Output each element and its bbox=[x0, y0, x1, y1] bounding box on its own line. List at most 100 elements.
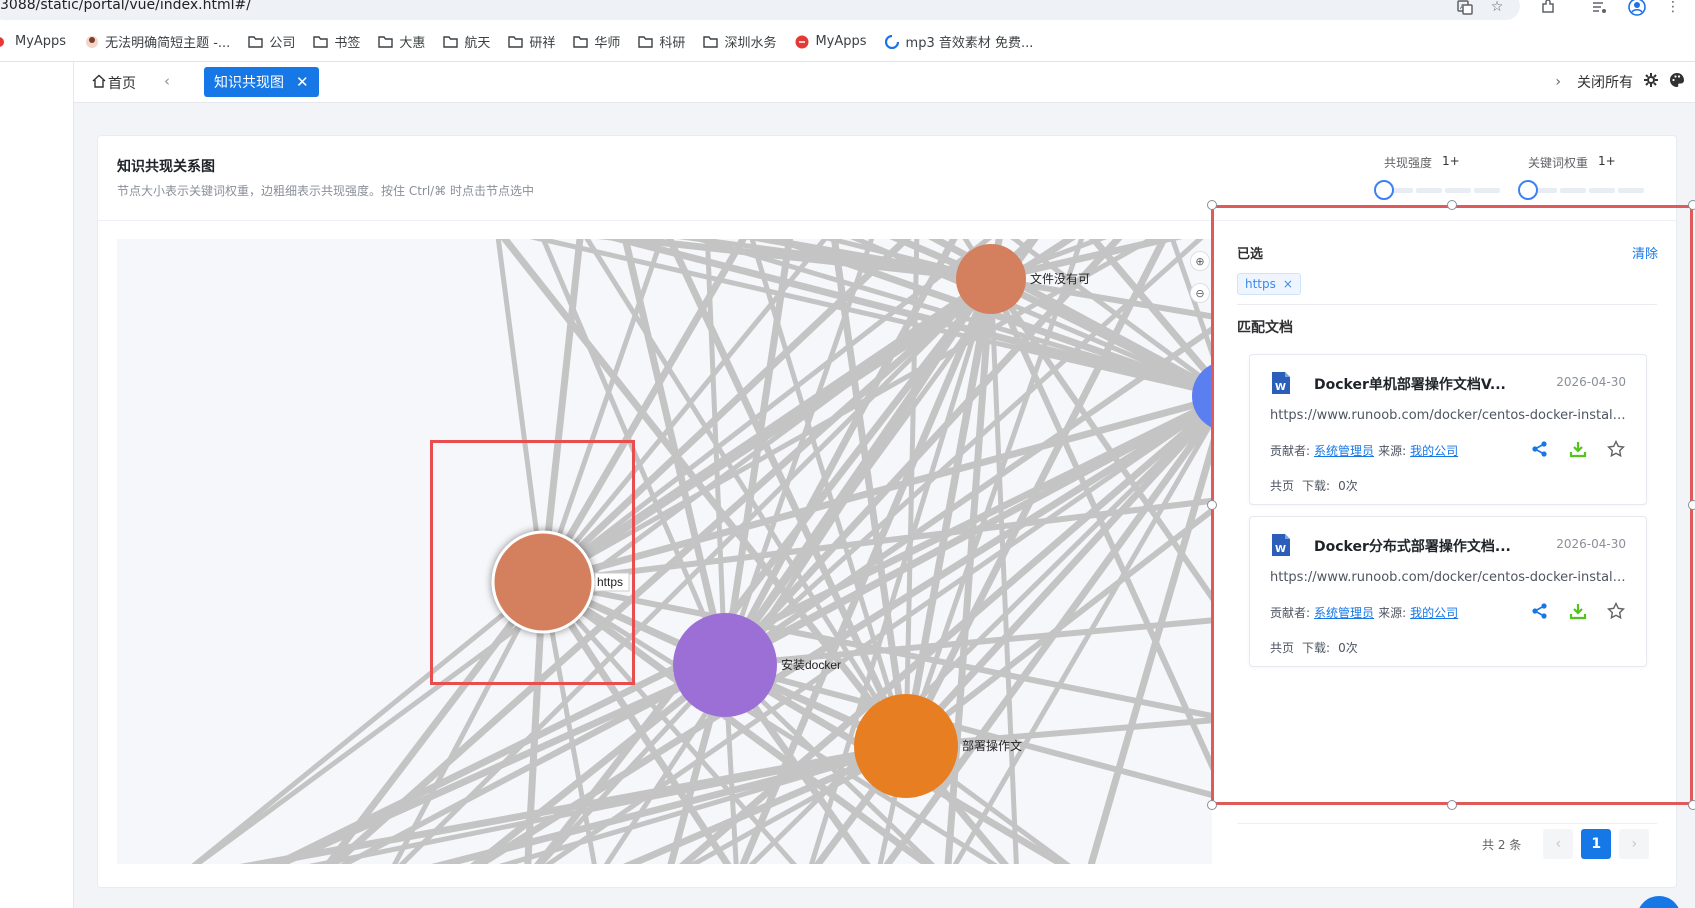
doc-title[interactable]: Docker分布式部署操作文档... bbox=[1314, 536, 1524, 556]
tab-knowledge-graph[interactable]: 知识共现图 ✕ bbox=[204, 67, 319, 97]
folder-icon bbox=[443, 34, 459, 49]
card-subtitle: 节点大小表示关键词权重，边粗细表示共现强度。按住 Ctrl/⌘ 时点击节点选中 bbox=[117, 184, 535, 198]
media-queue-icon[interactable] bbox=[1590, 0, 1608, 16]
page-1-button[interactable]: 1 bbox=[1581, 829, 1612, 859]
bookmark-item[interactable]: mp3 音效素材 免费... bbox=[885, 32, 1033, 51]
resize-handle[interactable] bbox=[1688, 200, 1695, 210]
doc-title[interactable]: Docker单机部署操作文档V... bbox=[1314, 374, 1524, 394]
doc-stats: 共页 下载: 0次 bbox=[1270, 639, 1358, 656]
matched-docs-heading: 匹配文档 bbox=[1237, 320, 1293, 336]
bookmark-folder[interactable]: 书签 bbox=[313, 32, 360, 51]
zoom-out-icon[interactable]: ⊖ bbox=[1190, 283, 1210, 303]
bookmark-folder[interactable]: 大惠 bbox=[378, 32, 425, 51]
cooccur-slider[interactable]: 共现强度 1+ bbox=[1374, 154, 1508, 200]
resize-handle[interactable] bbox=[1207, 200, 1217, 210]
bookmark-item[interactable]: MyApps bbox=[0, 34, 66, 49]
bookmark-label: MyApps bbox=[15, 34, 67, 49]
resize-handle[interactable] bbox=[1447, 200, 1457, 210]
star-icon[interactable] bbox=[1606, 601, 1626, 621]
bookmark-label: MyApps bbox=[815, 34, 867, 49]
downloads-count: 0次 bbox=[1338, 479, 1358, 493]
slider-track[interactable] bbox=[1518, 180, 1652, 200]
translate-icon[interactable]: A bbox=[1456, 0, 1474, 16]
pages-label: 共页 bbox=[1270, 641, 1295, 655]
clear-button[interactable]: 清除 bbox=[1632, 243, 1658, 262]
contributor-link[interactable]: 系统管理员 bbox=[1314, 604, 1374, 621]
resize-handle[interactable] bbox=[1207, 500, 1217, 510]
doc-card[interactable]: W Docker单机部署操作文档V... 2026-04-30 https://… bbox=[1249, 354, 1647, 505]
slider-handle[interactable] bbox=[1518, 180, 1538, 200]
node-label: 文件没有可 bbox=[1030, 271, 1090, 286]
selected-heading: 已选 bbox=[1237, 247, 1264, 262]
doc-card[interactable]: W Docker分布式部署操作文档... 2026-04-30 https://… bbox=[1249, 516, 1647, 667]
bookmark-folder[interactable]: 航天 bbox=[443, 32, 490, 51]
weight-slider[interactable]: 关键词权重 1+ bbox=[1518, 154, 1652, 200]
source-label: 来源: bbox=[1378, 606, 1407, 620]
cooccurrence-graph[interactable]: https 安装docker 部署操作文 文件没有可 ⊕ ⊖ bbox=[117, 239, 1212, 864]
bookmark-item[interactable]: MyApps bbox=[794, 34, 867, 49]
doc-actions bbox=[1530, 439, 1626, 459]
browser-address-bar[interactable]: 3088/static/portal/vue/index.html#/ A ☆ … bbox=[0, 0, 1695, 22]
node-circle[interactable] bbox=[854, 694, 958, 798]
slider-track[interactable] bbox=[1374, 180, 1508, 200]
folder-icon bbox=[573, 34, 589, 49]
close-all-button[interactable]: 关闭所有 bbox=[1577, 72, 1633, 92]
url-text[interactable]: 3088/static/portal/vue/index.html#/ bbox=[0, 0, 251, 13]
node-circle[interactable] bbox=[673, 613, 777, 717]
chip-close-icon[interactable]: × bbox=[1283, 277, 1293, 291]
pages-label: 共页 bbox=[1270, 479, 1295, 493]
bookmark-folder[interactable]: 公司 bbox=[248, 32, 295, 51]
more-menu-icon[interactable]: ⋮ bbox=[1664, 0, 1682, 16]
total-count: 共 2 条 bbox=[1482, 837, 1522, 852]
doc-date: 2026-04-30 bbox=[1556, 537, 1626, 551]
profile-icon[interactable] bbox=[1628, 0, 1646, 16]
divider bbox=[1237, 823, 1657, 824]
tab-active-label: 知识共现图 bbox=[214, 75, 284, 91]
source-link[interactable]: 我的公司 bbox=[1410, 604, 1458, 621]
chevron-right-icon[interactable]: › bbox=[1555, 74, 1561, 90]
bookmark-folder[interactable]: 深圳水务 bbox=[703, 32, 776, 51]
chevron-left-icon[interactable]: ‹ bbox=[164, 72, 170, 90]
word-doc-icon: W bbox=[1270, 371, 1292, 395]
highlight-box bbox=[430, 440, 635, 685]
floating-action-button[interactable] bbox=[1637, 896, 1681, 908]
node-label: 部署操作文 bbox=[962, 738, 1022, 753]
download-icon[interactable] bbox=[1568, 601, 1588, 621]
star-bookmark-icon[interactable]: ☆ bbox=[1488, 0, 1506, 16]
resize-handle[interactable] bbox=[1688, 500, 1695, 510]
zoom-in-icon[interactable]: ⊕ bbox=[1190, 251, 1210, 271]
tab-home[interactable]: 首页 bbox=[92, 73, 136, 93]
downloads-count: 0次 bbox=[1338, 641, 1358, 655]
share-icon[interactable] bbox=[1530, 439, 1550, 459]
extensions-icon[interactable] bbox=[1539, 0, 1557, 16]
bookmark-folder[interactable]: 华师 bbox=[573, 32, 620, 51]
selected-chip[interactable]: https × bbox=[1237, 273, 1301, 295]
share-icon[interactable] bbox=[1530, 601, 1550, 621]
bookmark-folder[interactable]: 研祥 bbox=[508, 32, 555, 51]
download-icon[interactable] bbox=[1568, 439, 1588, 459]
prev-page-button[interactable]: ‹ bbox=[1543, 829, 1574, 859]
close-tab-icon[interactable]: ✕ bbox=[296, 73, 309, 91]
next-page-button[interactable]: › bbox=[1619, 829, 1650, 859]
gear-icon[interactable] bbox=[1643, 72, 1659, 92]
doc-url: https://www.runoob.com/docker/centos-doc… bbox=[1270, 408, 1628, 423]
doc-actions bbox=[1530, 601, 1626, 621]
source-link[interactable]: 我的公司 bbox=[1410, 442, 1458, 459]
resize-handle[interactable] bbox=[1447, 800, 1457, 810]
node-circle[interactable] bbox=[956, 244, 1026, 314]
doc-meta: 贡献者: 系统管理员 来源: 我的公司 bbox=[1270, 604, 1458, 621]
card-title: 知识共现关系图 bbox=[117, 159, 215, 175]
slider-handle[interactable] bbox=[1374, 180, 1394, 200]
blue-ring-icon bbox=[885, 34, 900, 49]
node-label: 安装docker bbox=[781, 657, 841, 672]
red-dot-icon bbox=[0, 34, 9, 49]
resize-handle[interactable] bbox=[1207, 800, 1217, 810]
doc-url: https://www.runoob.com/docker/centos-doc… bbox=[1270, 570, 1628, 585]
bookmark-folder[interactable]: 科研 bbox=[638, 32, 685, 51]
star-icon[interactable] bbox=[1606, 439, 1626, 459]
bookmark-item[interactable]: 无法明确简短主题 -... bbox=[84, 32, 230, 51]
graph-canvas[interactable]: https安装docker部署操作文文件没有可 bbox=[117, 239, 1212, 864]
resize-handle[interactable] bbox=[1688, 800, 1695, 810]
contributor-link[interactable]: 系统管理员 bbox=[1314, 442, 1374, 459]
palette-icon[interactable] bbox=[1669, 72, 1685, 92]
